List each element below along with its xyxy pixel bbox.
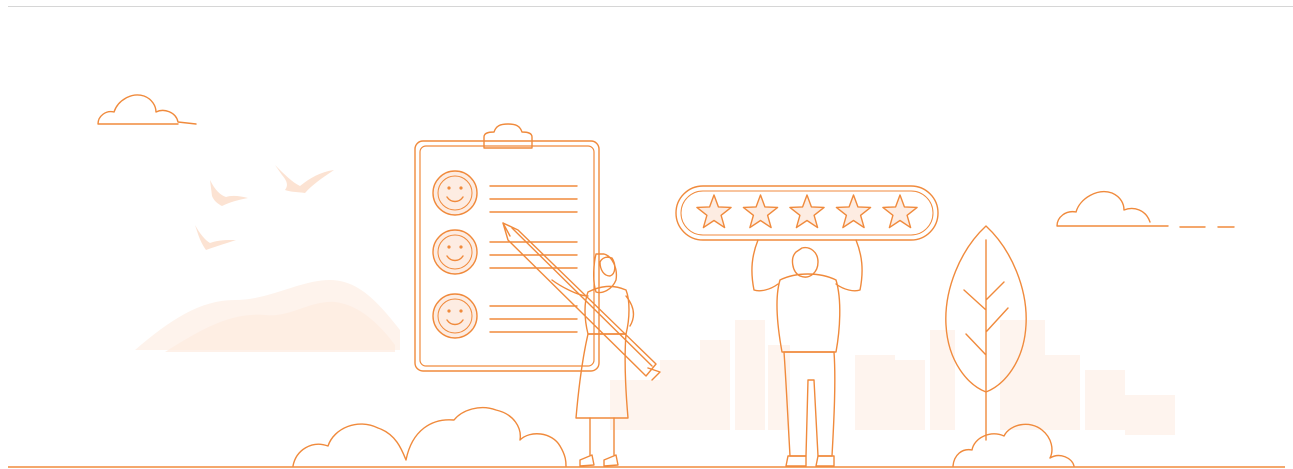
background-city xyxy=(610,320,1175,435)
cloud-icon xyxy=(1056,191,1235,228)
cloud-icon xyxy=(97,94,197,125)
bird-icon xyxy=(195,165,334,250)
background-mountains xyxy=(135,280,400,352)
rating-bar xyxy=(675,185,939,241)
feedback-illustration xyxy=(8,94,1285,468)
